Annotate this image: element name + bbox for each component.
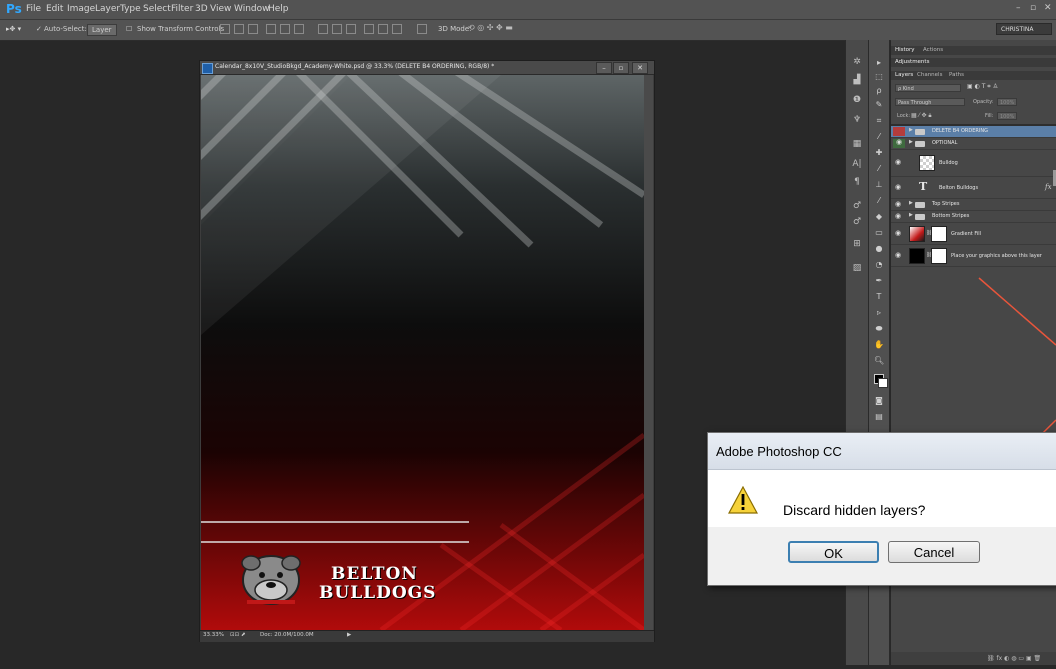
warning-icon [728,486,758,514]
dialog-title: Adobe Photoshop CC [716,444,842,459]
dialog-footer: OK Cancel [708,527,1056,585]
ok-button[interactable]: OK [788,541,879,563]
dialog-message: Discard hidden layers? [783,502,926,518]
cancel-button[interactable]: Cancel [888,541,980,563]
dialog-title-bar[interactable]: Adobe Photoshop CC [708,433,1056,470]
discard-hidden-layers-dialog: Adobe Photoshop CC Discard hidden layers… [707,432,1056,586]
